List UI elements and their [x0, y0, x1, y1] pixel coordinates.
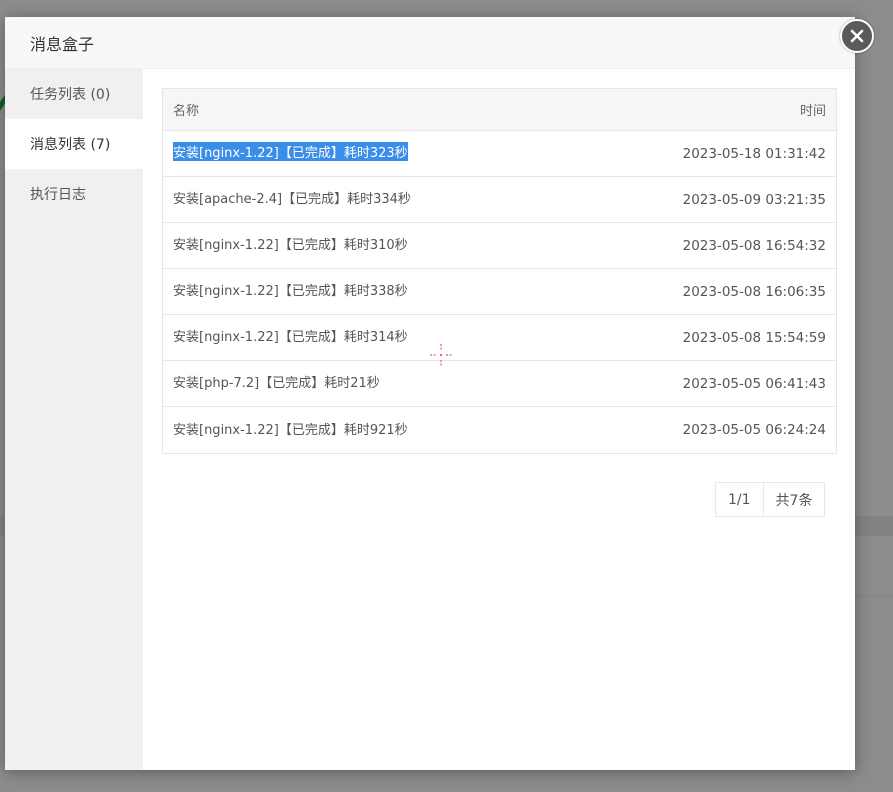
message-box-dialog: 消息盒子 任务列表 (0) 消息列表 (7) 执行日志 名称 时间 安装[ngi…	[5, 17, 874, 770]
message-time: 2023-05-05 06:24:24	[682, 422, 826, 438]
message-time: 2023-05-18 01:31:42	[682, 145, 826, 162]
message-name: 安装[nginx-1.22]【已完成】耗时323秒	[173, 142, 408, 161]
message-name: 安装[nginx-1.22]【已完成】耗时314秒	[173, 330, 408, 345]
message-time: 2023-05-05 06:41:43	[682, 375, 826, 392]
pagination: 1/1 共7条	[715, 482, 826, 517]
table-row[interactable]: 安装[php-7.2]【已完成】耗时21秒 2023-05-05 06:41:4…	[163, 361, 836, 407]
message-table: 名称 时间 安装[nginx-1.22]【已完成】耗时323秒 2023-05-…	[162, 88, 837, 454]
message-name: 安装[nginx-1.22]【已完成】耗时310秒	[173, 238, 408, 253]
table-row[interactable]: 安装[nginx-1.22]【已完成】耗时921秒 2023-05-05 06:…	[163, 407, 836, 453]
table-row[interactable]: 安装[nginx-1.22]【已完成】耗时338秒 2023-05-08 16:…	[163, 269, 836, 315]
dialog-header: 消息盒子	[5, 17, 855, 69]
sidebar-item-task-list[interactable]: 任务列表 (0)	[5, 69, 143, 119]
sidebar: 任务列表 (0) 消息列表 (7) 执行日志	[5, 69, 143, 770]
message-name: 安装[nginx-1.22]【已完成】耗时338秒	[173, 284, 408, 299]
column-header-name: 名称	[173, 104, 200, 119]
sidebar-item-label: 任务列表 (0)	[30, 87, 111, 103]
dialog-title: 消息盒子	[30, 34, 95, 54]
sidebar-item-label: 消息列表 (7)	[30, 137, 111, 153]
table-header: 名称 时间	[163, 89, 836, 131]
main-content: 名称 时间 安装[nginx-1.22]【已完成】耗时323秒 2023-05-…	[143, 69, 855, 770]
message-name: 安装[apache-2.4]【已完成】耗时334秒	[173, 192, 411, 207]
table-row[interactable]: 安装[apache-2.4]【已完成】耗时334秒 2023-05-09 03:…	[163, 177, 836, 223]
table-row[interactable]: 安装[nginx-1.22]【已完成】耗时314秒 2023-05-08 15:…	[163, 315, 836, 361]
message-time: 2023-05-09 03:21:35	[682, 191, 826, 208]
close-icon	[850, 29, 864, 43]
table-row[interactable]: 安装[nginx-1.22]【已完成】耗时323秒 2023-05-18 01:…	[163, 131, 836, 177]
close-button[interactable]	[840, 19, 874, 53]
sidebar-item-execution-log[interactable]: 执行日志	[5, 169, 143, 219]
message-time: 2023-05-08 16:06:35	[682, 283, 826, 300]
message-time: 2023-05-08 15:54:59	[682, 329, 826, 346]
message-name: 安装[nginx-1.22]【已完成】耗时921秒	[173, 422, 408, 438]
message-name: 安装[php-7.2]【已完成】耗时21秒	[173, 376, 380, 391]
sidebar-item-message-list[interactable]: 消息列表 (7)	[5, 119, 143, 169]
message-time: 2023-05-08 16:54:32	[682, 237, 826, 254]
sidebar-item-label: 执行日志	[30, 187, 86, 203]
total-count: 共7条	[775, 492, 813, 509]
column-header-time: 时间	[799, 104, 826, 119]
crosshair-cursor-icon	[430, 344, 452, 366]
page-indicator[interactable]: 1/1	[716, 483, 764, 516]
table-row[interactable]: 安装[nginx-1.22]【已完成】耗时310秒 2023-05-08 16:…	[163, 223, 836, 269]
